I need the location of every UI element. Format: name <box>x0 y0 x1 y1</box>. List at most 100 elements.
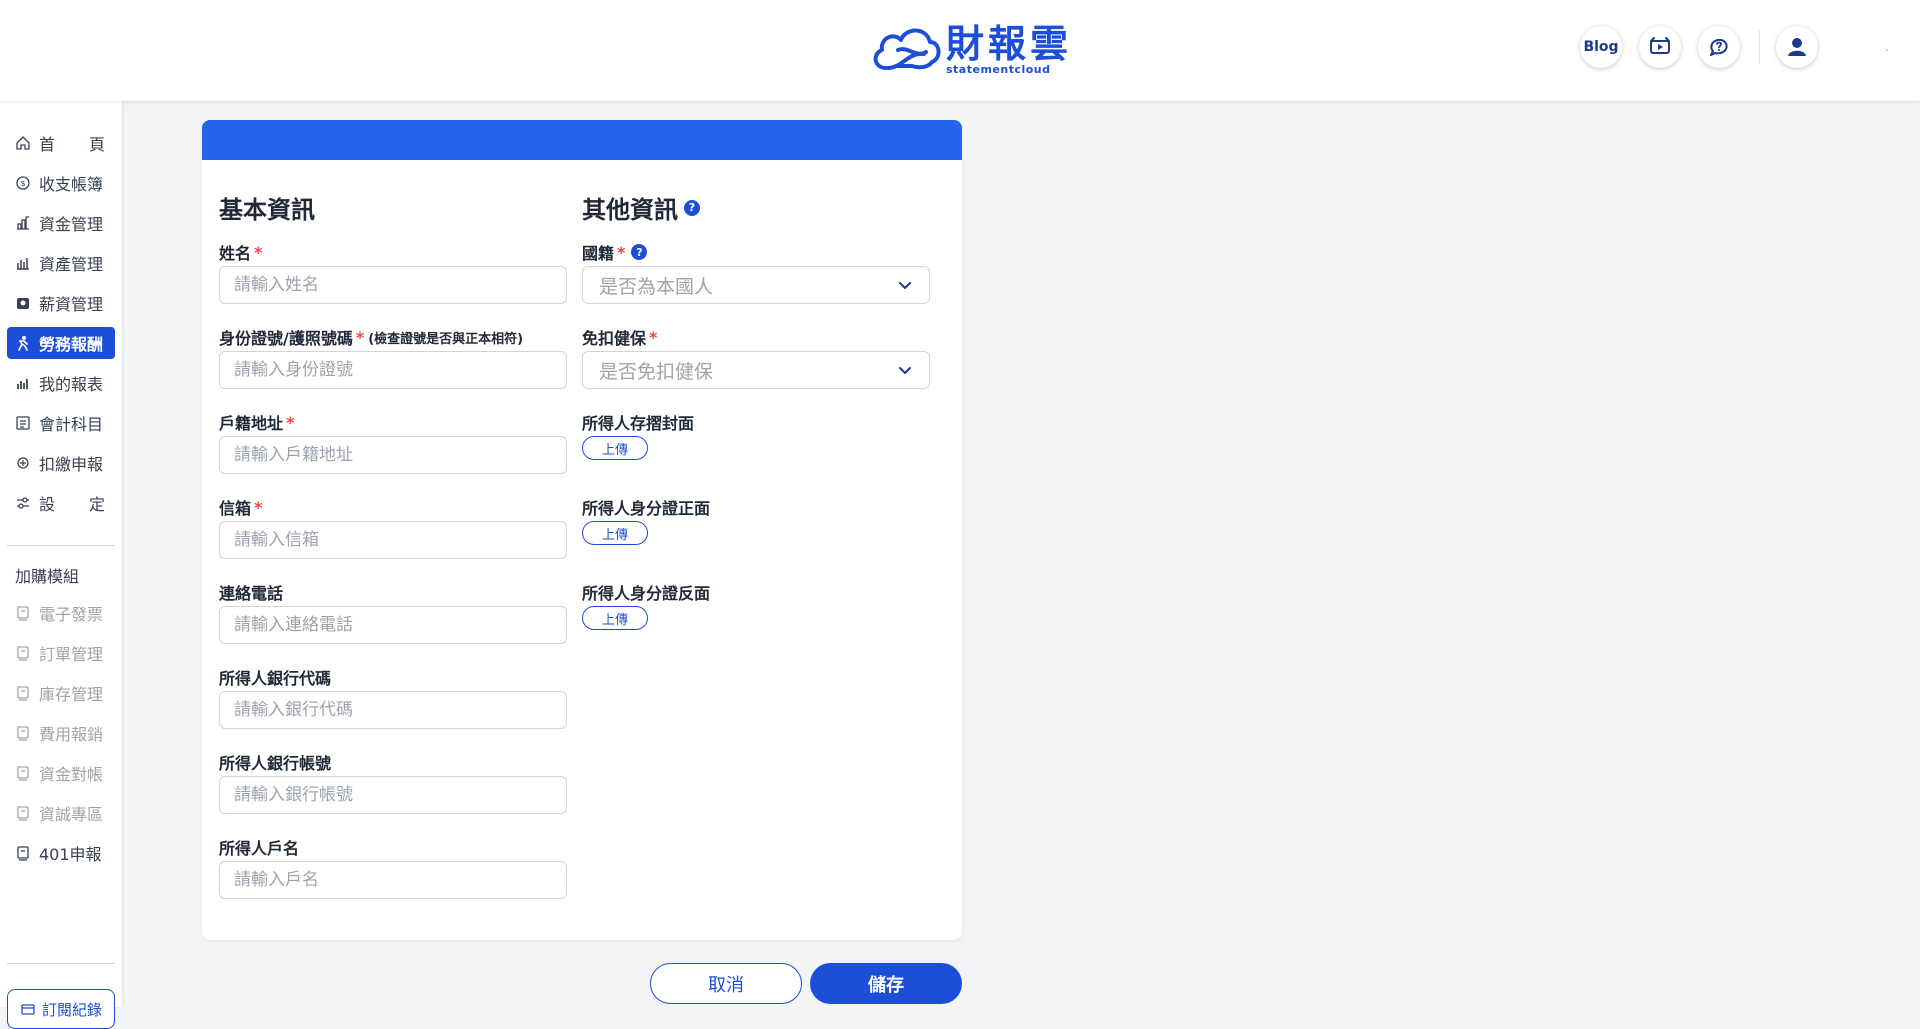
subscription-label: 訂閱紀錄 <box>41 1000 102 1019</box>
sidebar-item-label: 定 <box>88 495 105 514</box>
id-front-label: 所得人身分證正面 <box>582 499 711 518</box>
card-header-bar <box>202 120 962 160</box>
insurance-exempt-select[interactable]: 是否免扣健保 <box>582 351 930 389</box>
other-info-title: 其他資訊 ? <box>582 190 700 225</box>
name-label: 姓名 * <box>219 242 263 264</box>
sidebar-item-reports[interactable]: 我的報表 <box>7 367 115 399</box>
id-back-upload-button[interactable]: 上傳 <box>582 606 648 630</box>
home-icon <box>16 136 30 150</box>
sidebar-item-labor[interactable]: 勞務報酬 <box>7 327 115 359</box>
module-icon <box>17 646 29 661</box>
sidebar-addon-expenses[interactable]: 費用報銷 <box>7 717 115 749</box>
sidebar-divider <box>7 963 115 964</box>
sidebar-item-label: 首 <box>39 135 56 154</box>
sidebar-item-label: 費用報銷 <box>39 725 104 744</box>
sidebar-item-label: 電子發票 <box>39 605 104 624</box>
sidebar-item-label: 扣繳申報 <box>39 455 104 474</box>
sidebar-divider <box>7 545 115 546</box>
help-question-icon[interactable]: ? <box>684 199 700 216</box>
id-number-label: 身份證號/護照號碼 * (檢查證號是否與正本相符) <box>219 327 524 349</box>
sidebar-item-settings[interactable]: 設定 <box>7 487 115 519</box>
insurance-placeholder: 是否免扣健保 <box>599 360 714 383</box>
sidebar-item-payroll[interactable]: 薪資管理 <box>7 287 115 319</box>
id-back-label: 所得人身分證反面 <box>582 584 711 603</box>
subscription-icon <box>21 1004 35 1015</box>
header-divider <box>1759 30 1760 64</box>
passbook-cover-label: 所得人存摺封面 <box>582 414 695 433</box>
sidebar-item-label: 訂單管理 <box>39 645 104 664</box>
name-input[interactable] <box>219 266 567 304</box>
sidebar-addon-inventory[interactable]: 庫存管理 <box>7 677 115 709</box>
sidebar-item-label: 資產管理 <box>39 255 104 274</box>
sidebar-item-assets[interactable]: 資產管理 <box>7 247 115 279</box>
top-header: 財報雲 statementcloud Blog . <box>0 0 1920 101</box>
sidebar-item-funds[interactable]: 資金管理 <box>7 207 115 239</box>
brand-subtitle: statementcloud <box>946 63 1051 76</box>
sidebar-addon-einvoice[interactable]: 電子發票 <box>7 597 115 629</box>
nationality-placeholder: 是否為本國人 <box>599 275 714 298</box>
email-input[interactable] <box>219 521 567 559</box>
sidebar-item-label: 資金管理 <box>39 215 104 234</box>
sidebar-item-label: 勞務報酬 <box>39 335 104 354</box>
bank-code-input[interactable] <box>219 691 567 729</box>
passbook-cover-upload-button[interactable]: 上傳 <box>582 436 648 460</box>
header-actions: Blog . <box>1580 26 1889 68</box>
address-input[interactable] <box>219 436 567 474</box>
sidebar-item-label: 我的報表 <box>39 375 104 394</box>
sidebar-item-label: 收支帳簿 <box>39 175 104 194</box>
brand-name: 財報雲 <box>946 22 1073 66</box>
ledger-icon: $ <box>16 176 30 190</box>
sidebar-item-ledger[interactable]: $ 收支帳簿 <box>7 167 115 199</box>
chat-help-button[interactable] <box>1698 26 1740 68</box>
labor-payee-form-card: 基本資訊 姓名* 身份證號/護照號碼*(檢查證號是否與正本相符) 戶籍地址* 信… <box>202 120 962 940</box>
cloud-logo-icon <box>873 28 941 70</box>
assets-icon <box>17 258 29 270</box>
cancel-button[interactable]: 取消 <box>650 963 802 1004</box>
sidebar-item-label: 401申報 <box>39 845 102 864</box>
id-front-upload-button[interactable]: 上傳 <box>582 521 648 545</box>
sidebar-item-accounts[interactable]: 會計科目 <box>7 407 115 439</box>
sidebar-item-home[interactable]: 首頁 <box>7 127 115 159</box>
save-button[interactable]: 儲存 <box>810 963 962 1004</box>
module-icon <box>17 606 29 621</box>
labor-icon <box>18 336 28 351</box>
phone-label: 連絡電話 <box>219 584 284 603</box>
sidebar-addon-pwc[interactable]: 資誠專區 <box>7 797 115 829</box>
sidebar-addon-401[interactable]: 401申報 <box>7 837 115 869</box>
sidebar-item-label: 會計科目 <box>39 415 104 434</box>
bank-account-label: 所得人銀行帳號 <box>219 754 332 773</box>
sidebar-item-label: 設 <box>39 495 56 514</box>
sidebar-item-label: 庫存管理 <box>39 685 104 704</box>
sidebar-item-label: 資誠專區 <box>39 805 104 824</box>
blog-button[interactable]: Blog <box>1580 26 1622 68</box>
module-icon <box>17 846 29 861</box>
basic-info-title: 基本資訊 <box>219 196 315 224</box>
id-number-input[interactable] <box>219 351 567 389</box>
withholding-icon <box>17 457 29 469</box>
subscription-history-button[interactable]: 訂閱紀錄 <box>7 989 115 1029</box>
funds-icon <box>17 216 29 230</box>
user-menu-button[interactable] <box>1776 26 1818 68</box>
sidebar-addon-reconcile[interactable]: 資金對帳 <box>7 757 115 789</box>
address-label: 戶籍地址 * <box>219 412 295 434</box>
sidebar-addon-orders[interactable]: 訂單管理 <box>7 637 115 669</box>
report-icon <box>17 379 28 389</box>
nationality-label: 國籍 * ? <box>582 240 648 264</box>
payroll-icon <box>17 298 29 309</box>
phone-input[interactable] <box>219 606 567 644</box>
brand-logo[interactable]: 財報雲 statementcloud <box>868 22 1072 78</box>
email-label: 信箱 * <box>219 497 263 519</box>
module-icon <box>17 726 29 741</box>
account-name-input[interactable] <box>219 861 567 899</box>
svg-text:$: $ <box>20 179 25 188</box>
user-icon <box>1788 38 1806 56</box>
help-question-icon[interactable]: ? <box>631 244 648 260</box>
bank-account-input[interactable] <box>219 776 567 814</box>
nationality-select[interactable]: 是否為本國人 <box>582 266 930 304</box>
chat-help-icon <box>1710 38 1728 56</box>
video-guide-button[interactable] <box>1639 26 1681 68</box>
chevron-down-icon <box>899 367 911 374</box>
module-icon <box>17 806 29 821</box>
module-icon <box>17 766 29 781</box>
sidebar-item-withholding[interactable]: 扣繳申報 <box>7 447 115 479</box>
